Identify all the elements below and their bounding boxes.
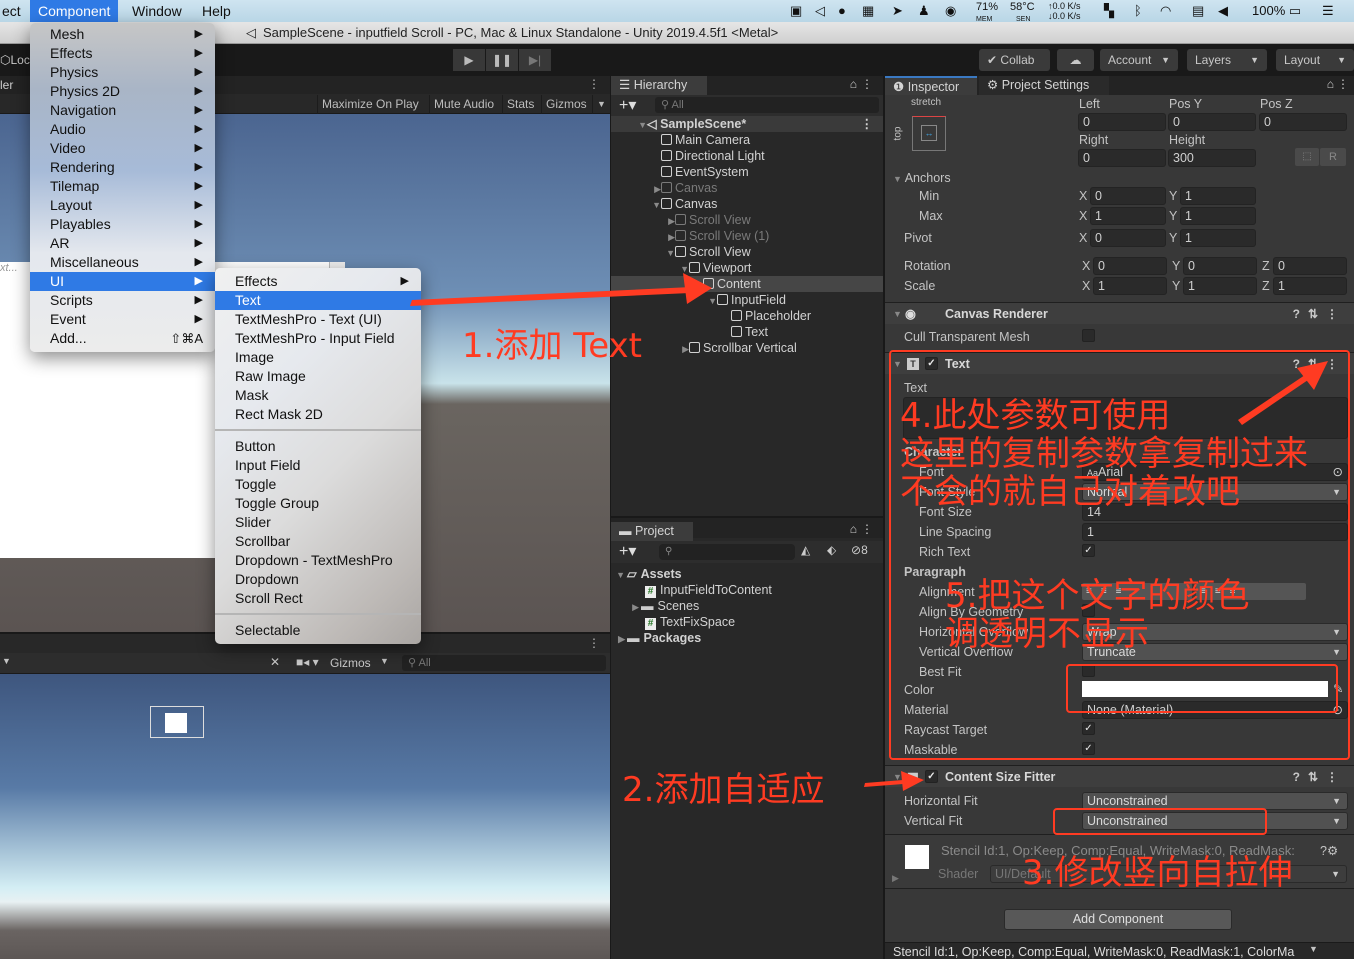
annotation-box-vertical-fit <box>1053 808 1267 835</box>
arrow-2-shaft <box>864 780 903 787</box>
arrow-1-shaft <box>410 287 692 306</box>
arrow-2-head <box>901 771 924 791</box>
annotation-step-2: 2.添加自适应 <box>622 770 825 810</box>
annotation-step-5-line-2: 调透明不显示 <box>945 614 1149 654</box>
annotation-step-1: 1.添加 Text <box>462 326 643 366</box>
annotation-step-5: 5.把这个文字的颜色 调透明不显示 <box>945 577 1249 653</box>
annotation-step-3: 3.修改竖向自拉伸 <box>1022 853 1293 893</box>
annotation-step-4-line-2: 这里的复制参数拿复制过来 <box>900 434 1308 474</box>
annotation-step-5-line-1: 5.把这个文字的颜色 <box>945 576 1250 616</box>
annotation-step-4-line-1: 4.此处参数可使用 <box>900 396 1171 436</box>
annotation-step-4: 4.此处参数可使用 这里的复制参数拿复制过来 不会的就自己对着改吧 <box>900 397 1308 511</box>
arrow-1-head <box>683 273 712 304</box>
annotation-step-4-line-3: 不会的就自己对着改吧 <box>900 472 1240 512</box>
annotation-box-color <box>1066 664 1338 713</box>
